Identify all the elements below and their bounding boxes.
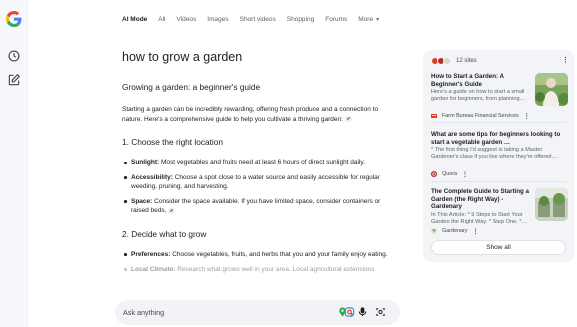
microphone-icon[interactable] <box>357 306 368 318</box>
source-name: Gardenary <box>442 228 468 234</box>
farm-bureau-logo-icon <box>431 114 437 118</box>
source-options-icon[interactable]: ⋮ <box>524 113 530 120</box>
list-item-term: Local Climate: <box>131 265 176 273</box>
section-1-list: Sunlight: Most vegetables and fruits nee… <box>122 158 397 216</box>
answer-intro-text: Starting a garden can be incredibly rewa… <box>122 106 379 123</box>
source-card-text: What are some tips for beginners looking… <box>431 131 568 161</box>
camera-search-icon[interactable] <box>375 306 386 318</box>
source-link-icon[interactable] <box>344 115 352 122</box>
source-card-text: The Complete Guide to Starting a Garden … <box>431 188 529 226</box>
section-2-list: Preferences: Choose vegetables, fruits, … <box>122 250 397 260</box>
source-options-icon[interactable]: ⋮ <box>472 228 478 235</box>
list-item-term: Accessibility: <box>131 173 173 181</box>
source-site: Quora ⋮ <box>431 170 468 178</box>
source-site: Gardenary ⋮ <box>431 227 478 235</box>
list-item-term: Space: <box>131 197 153 205</box>
new-chat-icon[interactable] <box>7 73 21 87</box>
list-item-term: Preferences: <box>131 250 171 258</box>
tab-forums[interactable]: Forums <box>325 16 347 24</box>
source-snippet: In This Article: * 9 Steps to Start Your… <box>431 211 528 225</box>
more-options-icon[interactable]: ⋮ <box>562 57 569 65</box>
sites-count: 12 sites <box>456 58 477 64</box>
ai-answer: how to grow a garden Growing a garden: a… <box>122 50 397 295</box>
history-icon[interactable] <box>7 49 21 63</box>
tab-short-videos[interactable]: Short videos <box>240 16 276 24</box>
section-2-title: 2. Decide what to grow <box>122 228 207 239</box>
source-options-icon[interactable]: ⋮ <box>462 171 468 178</box>
list-item-text: Choose vegetables, fruits, and herbs tha… <box>170 250 388 258</box>
source-name: Quora <box>442 171 457 177</box>
gardenary-logo-icon <box>431 228 437 234</box>
source-link-icon[interactable] <box>168 207 176 214</box>
quora-logo-icon <box>431 171 437 177</box>
answer-heading: Growing a garden: a beginner's guide <box>122 82 261 92</box>
scroll-fade <box>122 277 397 295</box>
source-snippet: Here's a guide on how to start a small g… <box>431 89 526 103</box>
source-site: Farm Bureau Financial Services ⋮ <box>431 112 530 120</box>
section-1-title: 1. Choose the right location <box>122 137 224 147</box>
source-title[interactable]: The Complete Guide to Starting a Garden … <box>431 188 529 211</box>
list-item-text: Research what grows well in your area. L… <box>175 265 375 273</box>
query-title: how to grow a garden <box>122 50 243 64</box>
tab-more-label: More <box>358 16 374 23</box>
source-title[interactable]: How to Start a Garden: A Beginner's Guid… <box>431 73 529 88</box>
tab-videos[interactable]: Videos <box>177 16 197 24</box>
source-snippet: * The first thing I'd suggest is taking … <box>431 147 559 161</box>
source-card[interactable]: What are some tips for beginners looking… <box>431 131 569 178</box>
ask-input[interactable]: Ask anything <box>123 308 164 317</box>
gardenary-favicon-icon <box>443 57 451 65</box>
site-favicons <box>431 57 451 65</box>
section-2-list-faded: Local Climate: Research what grows well … <box>122 265 397 275</box>
sources-panel: 12 sites ⋮ How to Start a Garden: A Begi… <box>423 50 574 262</box>
tab-shopping[interactable]: Shopping <box>287 16 314 24</box>
list-item: Local Climate: Research what grows well … <box>122 265 397 275</box>
google-logo[interactable] <box>6 11 22 27</box>
answer-intro: Starting a garden can be incredibly rewa… <box>122 105 397 124</box>
lens-icon[interactable] <box>344 306 355 318</box>
list-item: Sunlight: Most vegetables and fruits nee… <box>122 158 397 168</box>
tab-more[interactable]: More ▼ <box>358 16 380 24</box>
list-item-text: Most vegetables and fruits need at least… <box>159 159 366 166</box>
list-item: Accessibility: Choose a spot close to a … <box>122 173 397 192</box>
caret-down-icon: ▼ <box>375 17 381 23</box>
tab-ai-mode[interactable]: AI Mode <box>122 16 147 24</box>
garden-thumbnail[interactable] <box>535 73 568 106</box>
show-all-button[interactable]: Show all <box>431 240 566 255</box>
list-item: Preferences: Choose vegetables, fruits, … <box>122 250 397 260</box>
tab-images[interactable]: Images <box>207 16 228 24</box>
source-name: Farm Bureau Financial Services <box>442 113 519 119</box>
card-divider <box>431 181 566 182</box>
source-title[interactable]: What are some tips for beginners looking… <box>431 131 568 146</box>
raised-beds-thumbnail[interactable] <box>535 188 568 221</box>
list-item: Space: Consider the space available. If … <box>122 197 397 216</box>
list-item-term: Sunlight: <box>131 159 160 166</box>
left-rail <box>0 0 28 327</box>
card-divider <box>431 122 566 123</box>
search-tabs: AI Mode All Videos Images Short videos S… <box>122 14 391 26</box>
tab-all[interactable]: All <box>158 16 165 24</box>
ask-input-bar[interactable]: Ask anything <box>115 300 400 325</box>
source-card-text: How to Start a Garden: A Beginner's Guid… <box>431 73 529 103</box>
